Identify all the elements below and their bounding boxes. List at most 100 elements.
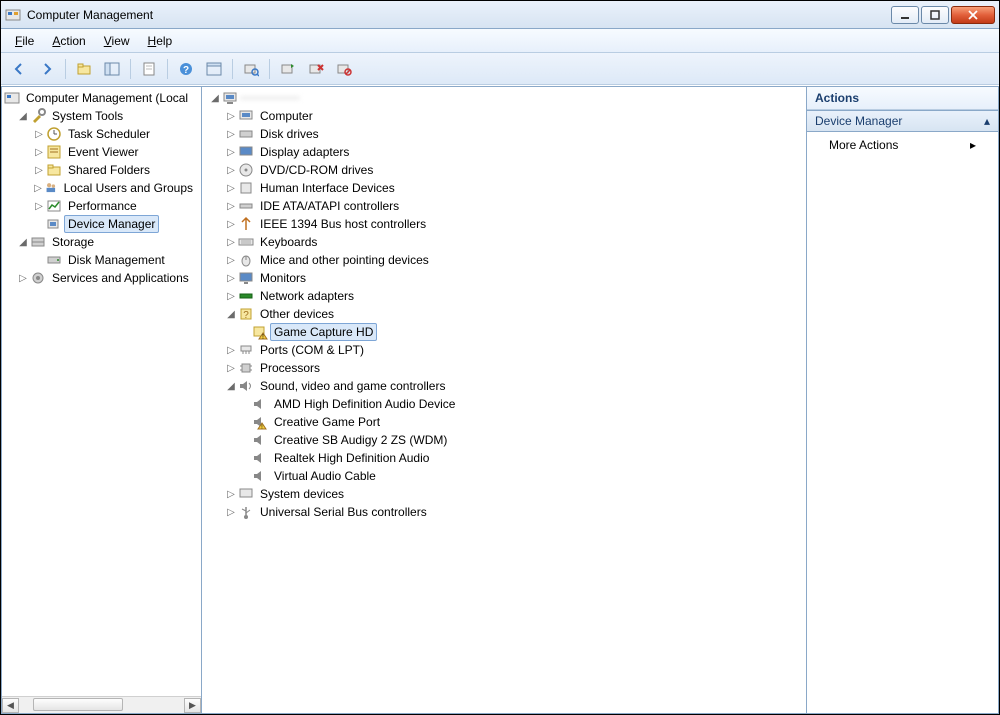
expand-icon[interactable]: ▷ [224, 361, 238, 375]
tree-storage[interactable]: ◢ Storage [2, 233, 201, 251]
device-sound[interactable]: ◢Sound, video and game controllers [202, 377, 806, 395]
more-actions-item[interactable]: More Actions ▸ [807, 132, 998, 158]
window-title: Computer Management [27, 8, 891, 22]
expand-icon[interactable]: ▷ [224, 145, 238, 159]
device-keyboards[interactable]: ▷ Keyboards [202, 233, 806, 251]
scroll-track[interactable] [19, 698, 184, 713]
device-network[interactable]: ▷Network adapters [202, 287, 806, 305]
disable-button[interactable] [332, 57, 356, 81]
help-button[interactable]: ? [174, 57, 198, 81]
menu-view[interactable]: View [96, 31, 138, 51]
device-game-capture[interactable]: !Game Capture HD [202, 323, 806, 341]
export-button[interactable] [137, 57, 161, 81]
tree-local-users[interactable]: ▷ Local Users and Groups [2, 179, 201, 197]
device-display-adapters[interactable]: ▷ Display adapters [202, 143, 806, 161]
device-system[interactable]: ▷System devices [202, 485, 806, 503]
device-creative-sb[interactable]: Creative SB Audigy 2 ZS (WDM) [202, 431, 806, 449]
actions-section[interactable]: Device Manager ▴ [807, 110, 998, 132]
tree-system-tools[interactable]: ◢ System Tools [2, 107, 201, 125]
tree-services-apps[interactable]: ▷ Services and Applications [2, 269, 201, 287]
minimize-button[interactable] [891, 6, 919, 24]
uninstall-button[interactable] [304, 57, 328, 81]
expand-icon[interactable]: ▷ [224, 235, 238, 249]
expand-icon[interactable]: ▷ [32, 145, 46, 159]
storage-icon [30, 234, 46, 250]
tree-root[interactable]: Computer Management (Local [2, 89, 201, 107]
hid-icon [238, 180, 254, 196]
device-realtek[interactable]: Realtek High Definition Audio [202, 449, 806, 467]
menu-action[interactable]: Action [44, 31, 93, 51]
device-dvd[interactable]: ▷DVD/CD-ROM drives [202, 161, 806, 179]
up-button[interactable] [72, 57, 96, 81]
back-button[interactable] [7, 57, 31, 81]
horizontal-scrollbar[interactable]: ◀ ▶ [2, 696, 201, 713]
device-disk-drives[interactable]: ▷Disk drives [202, 125, 806, 143]
device-amd-audio[interactable]: AMD High Definition Audio Device [202, 395, 806, 413]
device-computer[interactable]: ▷Computer [202, 107, 806, 125]
properties-button[interactable] [202, 57, 226, 81]
tree-performance[interactable]: ▷ Performance [2, 197, 201, 215]
expand-icon[interactable]: ▷ [224, 109, 238, 123]
separator [269, 59, 270, 79]
expand-icon[interactable]: ▷ [224, 289, 238, 303]
scroll-left-button[interactable]: ◀ [2, 698, 19, 713]
display-icon [238, 144, 254, 160]
device-virtual-cable[interactable]: Virtual Audio Cable [202, 467, 806, 485]
expand-icon[interactable]: ▷ [224, 217, 238, 231]
device-usb[interactable]: ▷Universal Serial Bus controllers [202, 503, 806, 521]
expand-icon[interactable]: ▷ [224, 343, 238, 357]
menu-file[interactable]: File [7, 31, 42, 51]
device-other[interactable]: ◢?Other devices [202, 305, 806, 323]
collapse-icon[interactable]: ◢ [224, 307, 238, 321]
device-ports[interactable]: ▷Ports (COM & LPT) [202, 341, 806, 359]
device-ide[interactable]: ▷IDE ATA/ATAPI controllers [202, 197, 806, 215]
expand-icon[interactable]: ▷ [224, 487, 238, 501]
device-creative-port[interactable]: !Creative Game Port [202, 413, 806, 431]
device-label: Display adapters [256, 143, 353, 161]
expand-icon[interactable]: ▷ [224, 181, 238, 195]
expand-icon[interactable]: ▷ [224, 253, 238, 267]
close-button[interactable] [951, 6, 995, 24]
scroll-thumb[interactable] [33, 698, 123, 711]
device-label: Keyboards [256, 233, 321, 251]
tree-task-scheduler[interactable]: ▷ Task Scheduler [2, 125, 201, 143]
tree-disk-management[interactable]: Disk Management [2, 251, 201, 269]
expand-icon[interactable]: ▷ [32, 199, 46, 213]
expand-icon[interactable]: ▷ [224, 505, 238, 519]
device-label: Realtek High Definition Audio [270, 449, 433, 467]
expand-icon[interactable]: ▷ [224, 163, 238, 177]
expand-icon[interactable]: ▷ [224, 127, 238, 141]
scan-hardware-button[interactable] [239, 57, 263, 81]
expand-icon[interactable]: ▷ [32, 163, 46, 177]
device-root[interactable]: ◢ [202, 89, 806, 107]
device-ieee1394[interactable]: ▷ IEEE 1394 Bus host controllers [202, 215, 806, 233]
expand-icon[interactable]: ▷ [32, 181, 44, 195]
chevron-right-icon: ▸ [970, 138, 976, 152]
collapse-icon[interactable]: ◢ [224, 379, 238, 393]
expand-icon[interactable]: ▷ [32, 127, 46, 141]
event-icon [46, 144, 62, 160]
expand-icon[interactable]: ▷ [16, 271, 30, 285]
collapse-icon[interactable]: ◢ [16, 235, 30, 249]
update-driver-button[interactable] [276, 57, 300, 81]
device-processors[interactable]: ▷Processors [202, 359, 806, 377]
device-monitors[interactable]: ▷Monitors [202, 269, 806, 287]
firewire-icon [238, 216, 254, 232]
menu-help[interactable]: Help [140, 31, 181, 51]
forward-button[interactable] [35, 57, 59, 81]
actions-header: Actions [807, 87, 998, 110]
tree-event-viewer[interactable]: ▷ Event Viewer [2, 143, 201, 161]
tree-shared-folders[interactable]: ▷ Shared Folders [2, 161, 201, 179]
expand-icon[interactable]: ▷ [224, 271, 238, 285]
show-hide-tree-button[interactable] [100, 57, 124, 81]
keyboard-icon [238, 234, 254, 250]
scroll-right-button[interactable]: ▶ [184, 698, 201, 713]
maximize-button[interactable] [921, 6, 949, 24]
device-label: IEEE 1394 Bus host controllers [256, 215, 430, 233]
expand-icon[interactable]: ▷ [224, 199, 238, 213]
collapse-icon[interactable]: ◢ [208, 91, 222, 105]
collapse-icon[interactable]: ◢ [16, 109, 30, 123]
device-hid[interactable]: ▷Human Interface Devices [202, 179, 806, 197]
tree-device-manager[interactable]: Device Manager [2, 215, 201, 233]
device-mice[interactable]: ▷Mice and other pointing devices [202, 251, 806, 269]
